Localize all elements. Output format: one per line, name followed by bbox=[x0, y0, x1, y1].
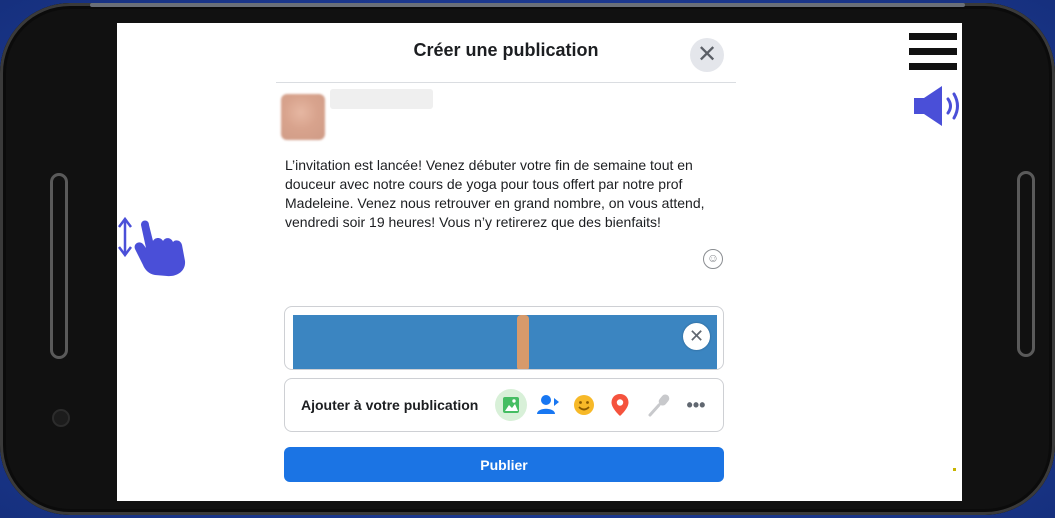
phone-top-edge bbox=[90, 3, 965, 7]
add-to-post-bar: Ajouter à votre publication ••• bbox=[284, 378, 724, 432]
close-button[interactable]: ✕ bbox=[690, 38, 724, 72]
speaker-icon[interactable] bbox=[912, 84, 962, 128]
indicator-dot bbox=[953, 468, 956, 471]
image-attachment-card bbox=[284, 306, 724, 370]
phone-camera bbox=[52, 409, 70, 427]
location-icon[interactable] bbox=[606, 391, 634, 419]
image-preview bbox=[293, 315, 717, 369]
scroll-gesture-icon bbox=[115, 213, 190, 278]
post-text-input[interactable]: L’invitation est lancée! Venez débuter v… bbox=[285, 156, 715, 232]
feeling-icon[interactable] bbox=[570, 391, 598, 419]
publish-button[interactable]: Publier bbox=[284, 447, 724, 482]
phone-right-speaker bbox=[1017, 171, 1035, 357]
emoji-picker-icon[interactable]: ☺ bbox=[703, 249, 723, 269]
microphone-icon[interactable] bbox=[645, 391, 673, 419]
menu-icon[interactable] bbox=[909, 33, 957, 71]
phone-left-speaker bbox=[50, 173, 68, 359]
more-icon[interactable]: ••• bbox=[682, 391, 710, 419]
photo-icon[interactable] bbox=[495, 389, 527, 421]
username-redacted bbox=[330, 89, 433, 109]
avatar bbox=[281, 94, 325, 140]
remove-image-button[interactable]: ✕ bbox=[683, 323, 710, 350]
tag-people-icon[interactable] bbox=[534, 391, 562, 419]
header-divider bbox=[276, 82, 736, 83]
image-content bbox=[517, 315, 529, 369]
dialog-title: Créer une publication bbox=[413, 40, 599, 60]
add-to-post-label: Ajouter à votre publication bbox=[301, 397, 479, 413]
